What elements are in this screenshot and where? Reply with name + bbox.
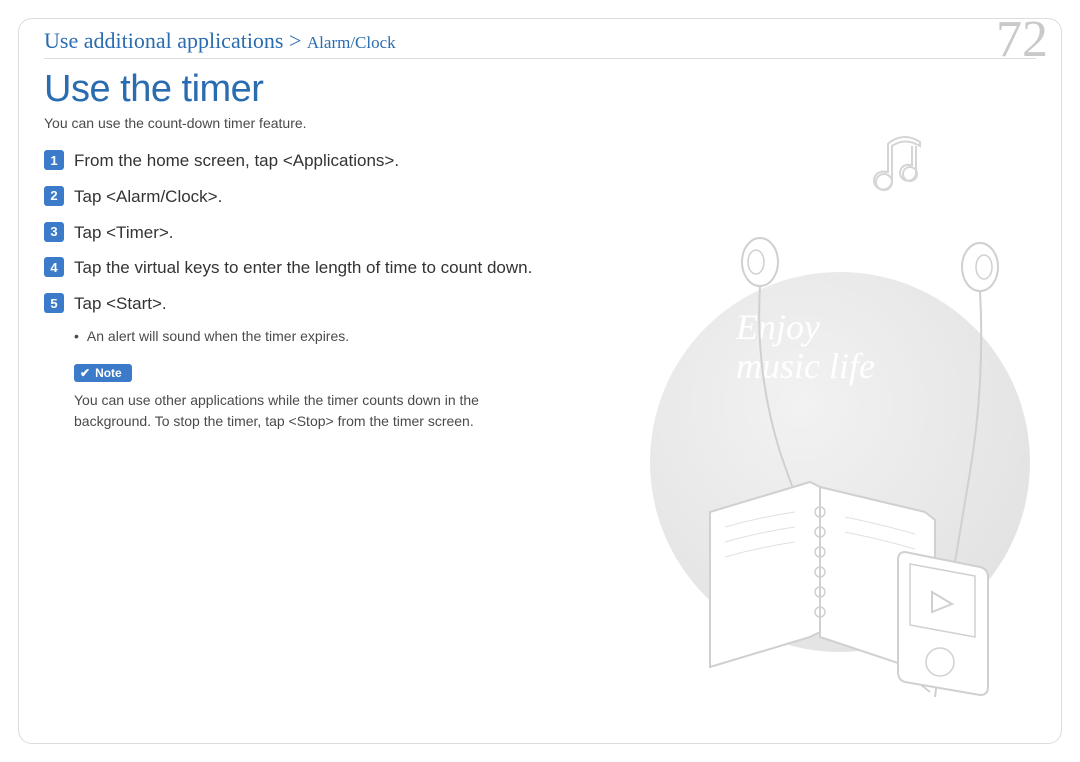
step-item: 3 Tap <Timer>. (44, 221, 584, 245)
main-content: Use the timer You can use the count-down… (44, 68, 584, 432)
breadcrumb-sub: Alarm/Clock (307, 33, 396, 52)
intro-text: You can use the count-down timer feature… (44, 115, 584, 131)
page-number: 72 (996, 10, 1048, 69)
step-item: 2 Tap <Alarm/Clock>. (44, 185, 584, 209)
sub-bullet-text: An alert will sound when the timer expir… (87, 328, 349, 344)
step-text: Tap <Alarm/Clock>. (74, 185, 222, 209)
step-number-badge: 5 (44, 293, 64, 313)
step-item: 4 Tap the virtual keys to enter the leng… (44, 256, 584, 280)
step-text: Tap the virtual keys to enter the length… (74, 256, 532, 280)
section-title: Use the timer (44, 68, 584, 111)
step-number-badge: 2 (44, 186, 64, 206)
note-label: Note (95, 366, 122, 380)
step-number-badge: 1 (44, 150, 64, 170)
step-item: 5 Tap <Start>. (44, 292, 584, 316)
step-number-badge: 4 (44, 257, 64, 277)
sub-bullet: An alert will sound when the timer expir… (74, 328, 584, 344)
header-divider (44, 58, 1036, 59)
note-badge: ✔ Note (74, 364, 132, 382)
step-number-badge: 3 (44, 222, 64, 242)
step-text: Tap <Start>. (74, 292, 167, 316)
note-text: You can use other applications while the… (74, 390, 514, 432)
step-item: 1 From the home screen, tap <Application… (44, 149, 584, 173)
step-text: Tap <Timer>. (74, 221, 174, 245)
breadcrumb: Use additional applications > Alarm/Cloc… (44, 28, 396, 54)
check-icon: ✔ (80, 366, 90, 380)
steps-list: 1 From the home screen, tap <Application… (44, 149, 584, 316)
breadcrumb-main: Use additional applications > (44, 28, 307, 53)
note-box: ✔ Note You can use other applications wh… (74, 364, 584, 432)
step-text: From the home screen, tap <Applications>… (74, 149, 399, 173)
